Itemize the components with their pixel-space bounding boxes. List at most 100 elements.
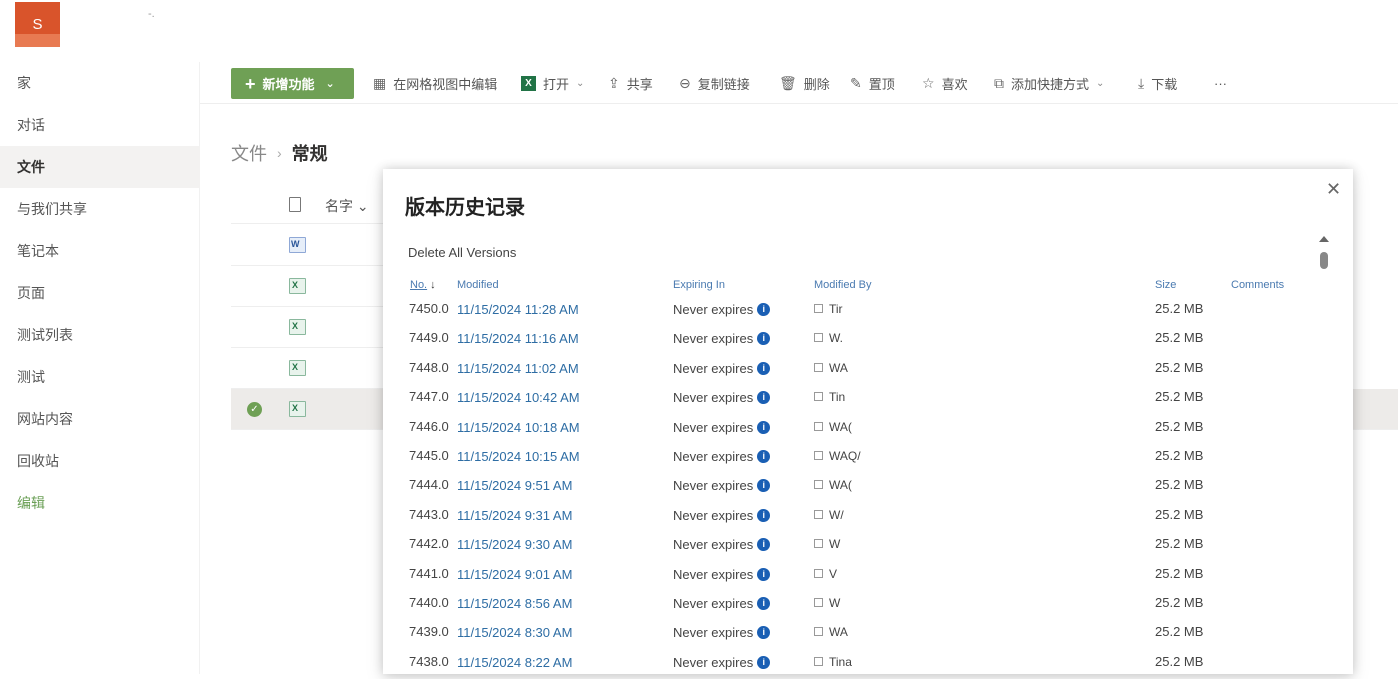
checkbox-icon[interactable] xyxy=(814,568,823,578)
version-expiring: Never expires i xyxy=(673,390,771,405)
file-row[interactable] xyxy=(231,225,391,266)
column-header-size[interactable]: Size xyxy=(1155,279,1176,291)
add-shortcut-button[interactable]: ⧉ 添加快捷方式 ⌄ xyxy=(994,68,1104,99)
version-modified-link[interactable]: 11/15/2024 11:16 AM xyxy=(457,331,579,346)
nav-test[interactable]: 测试 xyxy=(0,356,200,398)
info-icon[interactable]: i xyxy=(757,361,771,375)
edit-in-grid-view-label: 在网格视图中编辑 xyxy=(393,77,498,92)
version-modified-by-name: Tina xyxy=(829,654,852,669)
version-size: 25.2 MB xyxy=(1155,330,1204,346)
version-modified-link[interactable]: 11/15/2024 8:56 AM xyxy=(457,596,572,611)
checkbox-icon[interactable] xyxy=(814,598,823,607)
nav-recycle-bin[interactable]: 回收站 xyxy=(0,440,200,482)
version-number: 7445.0 xyxy=(409,448,449,463)
column-header-comments[interactable]: Comments xyxy=(1231,279,1284,291)
site-title[interactable]: -. xyxy=(148,8,155,20)
more-button[interactable]: ··· xyxy=(1214,68,1227,99)
version-modified-link[interactable]: 11/15/2024 11:02 AM xyxy=(457,361,579,376)
version-modified-link[interactable]: 11/15/2024 10:18 AM xyxy=(457,420,580,435)
checkbox-icon[interactable] xyxy=(814,656,823,666)
column-header-expiring[interactable]: Expiring In xyxy=(673,279,725,291)
version-modified-link[interactable]: 11/15/2024 10:15 AM xyxy=(457,449,580,464)
version-modified-link[interactable]: 11/15/2024 10:42 AM xyxy=(457,390,580,405)
version-modified-by-name: WAQ/ xyxy=(829,449,861,463)
breadcrumb-root[interactable]: 文件 xyxy=(231,140,267,166)
download-button[interactable]: ⤓ 下载 xyxy=(1138,68,1177,99)
file-type-icon[interactable] xyxy=(289,197,301,212)
site-logo[interactable]: S xyxy=(15,2,60,47)
info-icon[interactable]: i xyxy=(757,567,771,581)
close-icon[interactable]: ✕ xyxy=(1326,179,1341,200)
version-size: 25.2 MB xyxy=(1155,389,1204,405)
info-icon[interactable]: i xyxy=(757,303,771,316)
version-modified-by: Tin xyxy=(814,390,845,404)
checkbox-icon[interactable] xyxy=(814,480,823,490)
name-column-header[interactable]: 名字 ⌄ xyxy=(325,196,369,216)
nav-shared-with-us[interactable]: 与我们共享 xyxy=(0,188,200,230)
version-modified-link[interactable]: 11/15/2024 9:51 AM xyxy=(457,478,572,493)
sort-down-icon: ↓ xyxy=(430,279,436,291)
version-modified-link[interactable]: 11/15/2024 11:28 AM xyxy=(457,302,579,317)
version-modified-by-name: WA( xyxy=(829,478,852,493)
info-icon[interactable]: i xyxy=(757,391,771,405)
file-row[interactable] xyxy=(231,307,391,348)
like-button[interactable]: ☆ 喜欢 xyxy=(922,68,968,99)
version-modified-link[interactable]: 11/15/2024 9:31 AM xyxy=(457,508,572,523)
info-icon[interactable]: i xyxy=(757,655,771,669)
checkbox-icon[interactable] xyxy=(814,392,823,402)
pin-icon: ✎ xyxy=(850,75,862,91)
word-file-icon xyxy=(289,237,306,253)
checkbox-icon[interactable] xyxy=(814,627,823,637)
nav-files[interactable]: 文件 xyxy=(0,146,200,188)
info-icon[interactable]: i xyxy=(757,508,771,522)
version-history-dialog: 版本历史记录 ✕ Delete All Versions No. ↓ Modifi… xyxy=(383,169,1353,674)
info-icon[interactable]: i xyxy=(757,597,771,610)
info-icon[interactable]: i xyxy=(757,538,771,552)
version-modified-link[interactable]: 11/15/2024 8:30 AM xyxy=(457,625,572,640)
column-header-modified[interactable]: Modified xyxy=(457,279,499,291)
info-icon[interactable]: i xyxy=(757,332,771,346)
version-modified-link[interactable]: 11/15/2024 9:30 AM xyxy=(457,537,572,552)
version-size: 25.2 MB xyxy=(1155,565,1204,581)
copy-link-button[interactable]: ⊖ 复制链接 xyxy=(679,68,750,99)
nav-pages[interactable]: 页面 xyxy=(0,272,200,314)
column-header-modified-by[interactable]: Modified By xyxy=(814,279,871,291)
version-size: 25.2 MB xyxy=(1155,624,1204,640)
delete-all-versions-link[interactable]: Delete All Versions xyxy=(408,245,516,260)
nav-notebook[interactable]: 笔记本 xyxy=(0,230,200,272)
checkmark-icon[interactable]: ✓ xyxy=(247,402,262,417)
info-icon[interactable]: i xyxy=(757,450,771,463)
open-button[interactable]: X 打开 ⌄ xyxy=(521,68,584,99)
column-header-no[interactable]: No. ↓ xyxy=(410,279,436,291)
checkbox-icon[interactable] xyxy=(814,509,823,519)
file-row[interactable] xyxy=(231,348,391,389)
checkbox-icon[interactable] xyxy=(814,539,823,549)
version-expiring: Never expires i xyxy=(673,508,771,523)
nav-site-contents[interactable]: 网站内容 xyxy=(0,398,200,440)
version-number: 7449.0 xyxy=(409,330,449,346)
trash-icon: 🗑 xyxy=(779,75,797,91)
new-button[interactable]: + 新增功能 ⌄ xyxy=(231,68,354,99)
scrollbar-thumb[interactable] xyxy=(1320,252,1328,269)
checkbox-icon[interactable] xyxy=(814,421,823,431)
checkbox-icon[interactable] xyxy=(814,362,823,372)
info-icon[interactable]: i xyxy=(757,626,771,640)
pin-button[interactable]: ✎ 置顶 xyxy=(850,68,895,99)
scroll-up-arrow-icon[interactable] xyxy=(1319,236,1329,242)
checkbox-icon[interactable] xyxy=(814,333,823,343)
checkbox-icon[interactable] xyxy=(814,451,823,460)
delete-button[interactable]: 🗑 删除 xyxy=(779,68,830,99)
nav-conversations[interactable]: 对话 xyxy=(0,104,200,146)
file-row[interactable] xyxy=(231,266,391,307)
info-icon[interactable]: i xyxy=(757,420,771,434)
nav-home[interactable]: 家 xyxy=(0,62,200,104)
like-label: 喜欢 xyxy=(941,77,968,92)
share-button[interactable]: ⇪ 共享 xyxy=(608,68,653,99)
edit-in-grid-view-button[interactable]: ▦ 在网格视图中编辑 xyxy=(373,68,497,99)
nav-edit[interactable]: 编辑 xyxy=(0,482,200,524)
version-modified-link[interactable]: 11/15/2024 9:01 AM xyxy=(457,567,572,582)
version-modified-link[interactable]: 11/15/2024 8:22 AM xyxy=(457,655,572,670)
nav-test-list[interactable]: 测试列表 xyxy=(0,314,200,356)
checkbox-icon[interactable] xyxy=(814,304,823,313)
info-icon[interactable]: i xyxy=(757,479,771,493)
